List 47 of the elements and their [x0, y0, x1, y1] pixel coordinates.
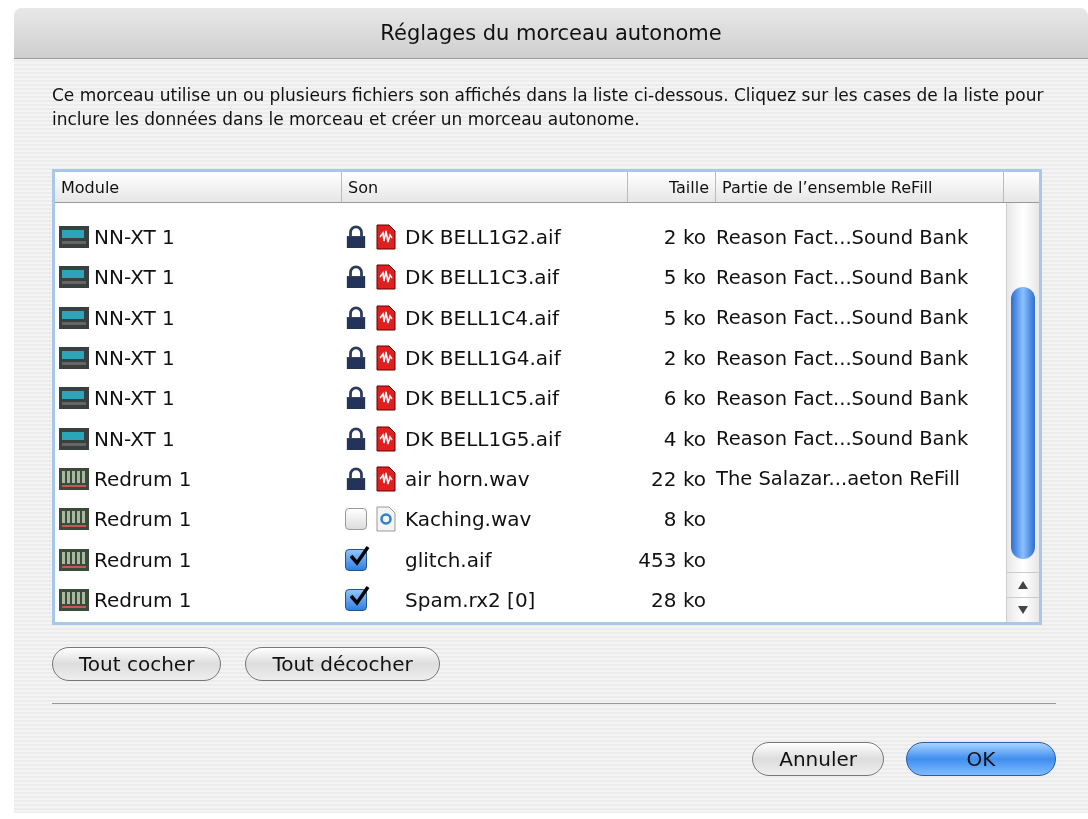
- file-size: 4 ko: [663, 426, 706, 451]
- description-text: Ce morceau utilise un ou plusieurs fichiers son affichés dans la liste ci-dessous. Cliquez sur les cases de la liste pour inclure les données dans le morceau et créer un morceau autonome.: [52, 84, 1045, 131]
- sound-file-name: air horn.wav: [405, 466, 530, 491]
- module-name: NN-XT 1: [94, 346, 175, 371]
- file-size: 453 ko: [638, 547, 706, 572]
- module-name: NN-XT 1: [94, 426, 175, 451]
- sound-file-name: DK BELL1G4.aif: [405, 346, 561, 371]
- module-name: NN-XT 1: [94, 225, 175, 250]
- select-all-button[interactable]: Tout décocher: [245, 647, 440, 681]
- file-size: 2 ko: [663, 225, 706, 250]
- module-name: Redrum 1: [94, 587, 192, 612]
- sound-file-name: glitch.aif: [405, 547, 492, 572]
- sound-file-name: DK BELL1C4.aif: [405, 305, 560, 330]
- column-header[interactable]: Taille: [628, 172, 716, 202]
- select-all-button[interactable]: Tout cocher: [52, 647, 222, 681]
- sound-file-name: DK BELL1C5.aif: [405, 386, 560, 411]
- file-size: 28 ko: [651, 587, 706, 612]
- sound-file-name: Spam.rx2 [0]: [405, 587, 536, 612]
- module-name: Redrum 1: [94, 507, 192, 532]
- sound-file-name: Kaching.wav: [405, 507, 532, 532]
- file-size: 8 ko: [663, 507, 706, 532]
- column-header[interactable]: Son: [342, 172, 628, 202]
- refill-name: Reason Fact...Sound Bank: [716, 306, 969, 330]
- refill-name: Reason Fact...Sound Bank: [716, 346, 969, 370]
- refill-name: The Salazar...aeton ReFill: [716, 467, 960, 491]
- file-size: 2 ko: [663, 346, 706, 371]
- refill-name: Reason Fact...Sound Bank: [716, 386, 969, 410]
- file-size: 6 ko: [663, 386, 706, 411]
- file-size: 5 ko: [663, 265, 706, 290]
- module-name: Redrum 1: [94, 466, 192, 491]
- refill-name: Reason Fact...Sound Bank: [716, 427, 969, 451]
- file-size: 22 ko: [651, 466, 706, 491]
- sound-file-name: DK BELL1C3.aif: [405, 265, 560, 290]
- sound-file-name: DK BELL1G2.aif: [405, 225, 561, 250]
- module-name: Redrum 1: [94, 547, 192, 572]
- ok-button[interactable]: OK: [906, 742, 1056, 776]
- file-size: 5 ko: [663, 305, 706, 330]
- window-title: Réglages du morceau autonome: [380, 21, 722, 45]
- module-name: NN-XT 1: [94, 386, 175, 411]
- cancel-button[interactable]: Annuler: [752, 742, 884, 776]
- module-name: NN-XT 1: [94, 305, 175, 330]
- module-name: NN-XT 1: [94, 265, 175, 290]
- refill-name: Reason Fact...Sound Bank: [716, 225, 969, 249]
- sound-file-name: DK BELL1G5.aif: [405, 426, 561, 451]
- column-header[interactable]: Module: [55, 172, 342, 202]
- refill-name: Reason Fact...Sound Bank: [716, 265, 969, 289]
- column-header[interactable]: Partie de l’ensemble ReFill: [716, 172, 1004, 202]
